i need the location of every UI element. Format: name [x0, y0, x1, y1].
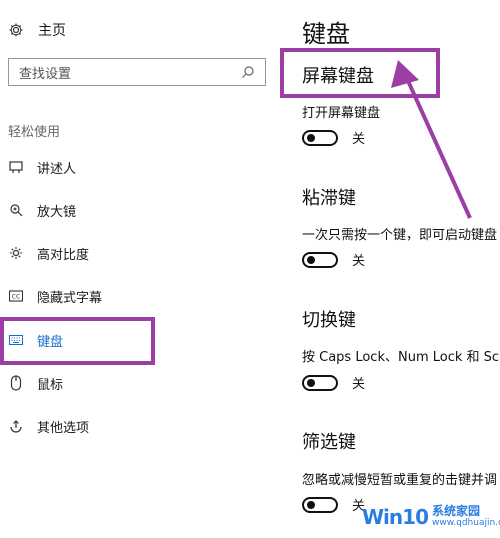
toggle-row-sticky-keys: 关 — [302, 250, 365, 269]
group-desc-sticky-keys: 一次只需按一个键，即可启动键盘 — [302, 228, 498, 243]
sidebar-item-mouse[interactable]: 鼠标 — [8, 373, 63, 393]
sidebar-item-label: 其他选项 — [37, 420, 90, 436]
annotation-box-on-screen-keyboard — [280, 48, 440, 98]
toggle-state-label: 关 — [352, 377, 366, 392]
search-placeholder[interactable]: 查找设置 — [19, 63, 71, 82]
sidebar-item-label: 鼠标 — [37, 377, 64, 393]
search-box[interactable]: 查找设置 — [8, 58, 266, 86]
sidebar-item-label: 隐藏式字幕 — [37, 290, 103, 306]
on-screen-keyboard-toggle[interactable] — [302, 129, 338, 146]
toggle-row-toggle-keys: 关 — [302, 373, 365, 392]
sidebar-item-closed-captions[interactable]: CC 隐藏式字幕 — [8, 286, 102, 306]
group-desc-toggle-keys: 按 Caps Lock、Num Lock 和 Scro — [302, 350, 500, 365]
svg-text:CC: CC — [12, 294, 20, 301]
sidebar: 主页 查找设置 轻松使用 讲述人 放大镜 高对比度 CC 隐藏式字幕 键盘 鼠标… — [0, 0, 270, 538]
sidebar-item-high-contrast[interactable]: 高对比度 — [8, 243, 89, 263]
annotation-box-keyboard — [0, 317, 155, 365]
contrast-icon — [8, 245, 24, 261]
group-desc-filter-keys: 忽略或减慢短暂或重复的击键并调 — [302, 473, 498, 488]
sidebar-item-magnifier[interactable]: 放大镜 — [8, 200, 76, 220]
group-title-filter-keys: 筛选键 — [302, 432, 356, 453]
section-title: 轻松使用 — [8, 125, 61, 140]
toggle-keys-toggle[interactable] — [302, 374, 338, 391]
sidebar-item-label: 讲述人 — [37, 161, 77, 177]
sticky-keys-toggle[interactable] — [302, 251, 338, 268]
gear-icon — [8, 22, 24, 38]
sidebar-item-narrator[interactable]: 讲述人 — [8, 157, 76, 177]
narrator-icon — [8, 159, 24, 175]
group-title-sticky-keys: 粘滞键 — [302, 188, 356, 209]
toggle-row-filter-keys: 关 — [302, 495, 365, 514]
watermark-brand: 系统家园 — [432, 504, 481, 519]
group-desc-on-screen-keyboard: 打开屏幕键盘 — [302, 106, 381, 121]
sidebar-item-label: 放大镜 — [37, 204, 77, 220]
closed-captions-icon: CC — [8, 288, 24, 304]
watermark-logo: Win10 — [362, 505, 429, 529]
group-title-toggle-keys: 切换键 — [302, 310, 356, 331]
home-link[interactable]: 主页 — [8, 20, 66, 40]
watermark: Win10 系统家园 www.qdhuajin.com — [362, 500, 500, 534]
watermark-url: www.qdhuajin.com — [432, 517, 500, 528]
home-label: 主页 — [38, 23, 66, 39]
mouse-icon — [8, 375, 24, 391]
sidebar-item-other-options[interactable]: 其他选项 — [8, 416, 89, 436]
magnifier-icon — [8, 202, 24, 218]
toggle-row-on-screen-keyboard: 关 — [302, 128, 365, 147]
page-title: 键盘 — [302, 20, 350, 48]
other-options-icon — [8, 418, 24, 434]
search-icon[interactable] — [241, 65, 255, 79]
toggle-state-label: 关 — [352, 254, 366, 269]
sidebar-item-label: 高对比度 — [37, 247, 90, 263]
filter-keys-toggle[interactable] — [302, 496, 338, 513]
toggle-state-label: 关 — [352, 132, 366, 147]
